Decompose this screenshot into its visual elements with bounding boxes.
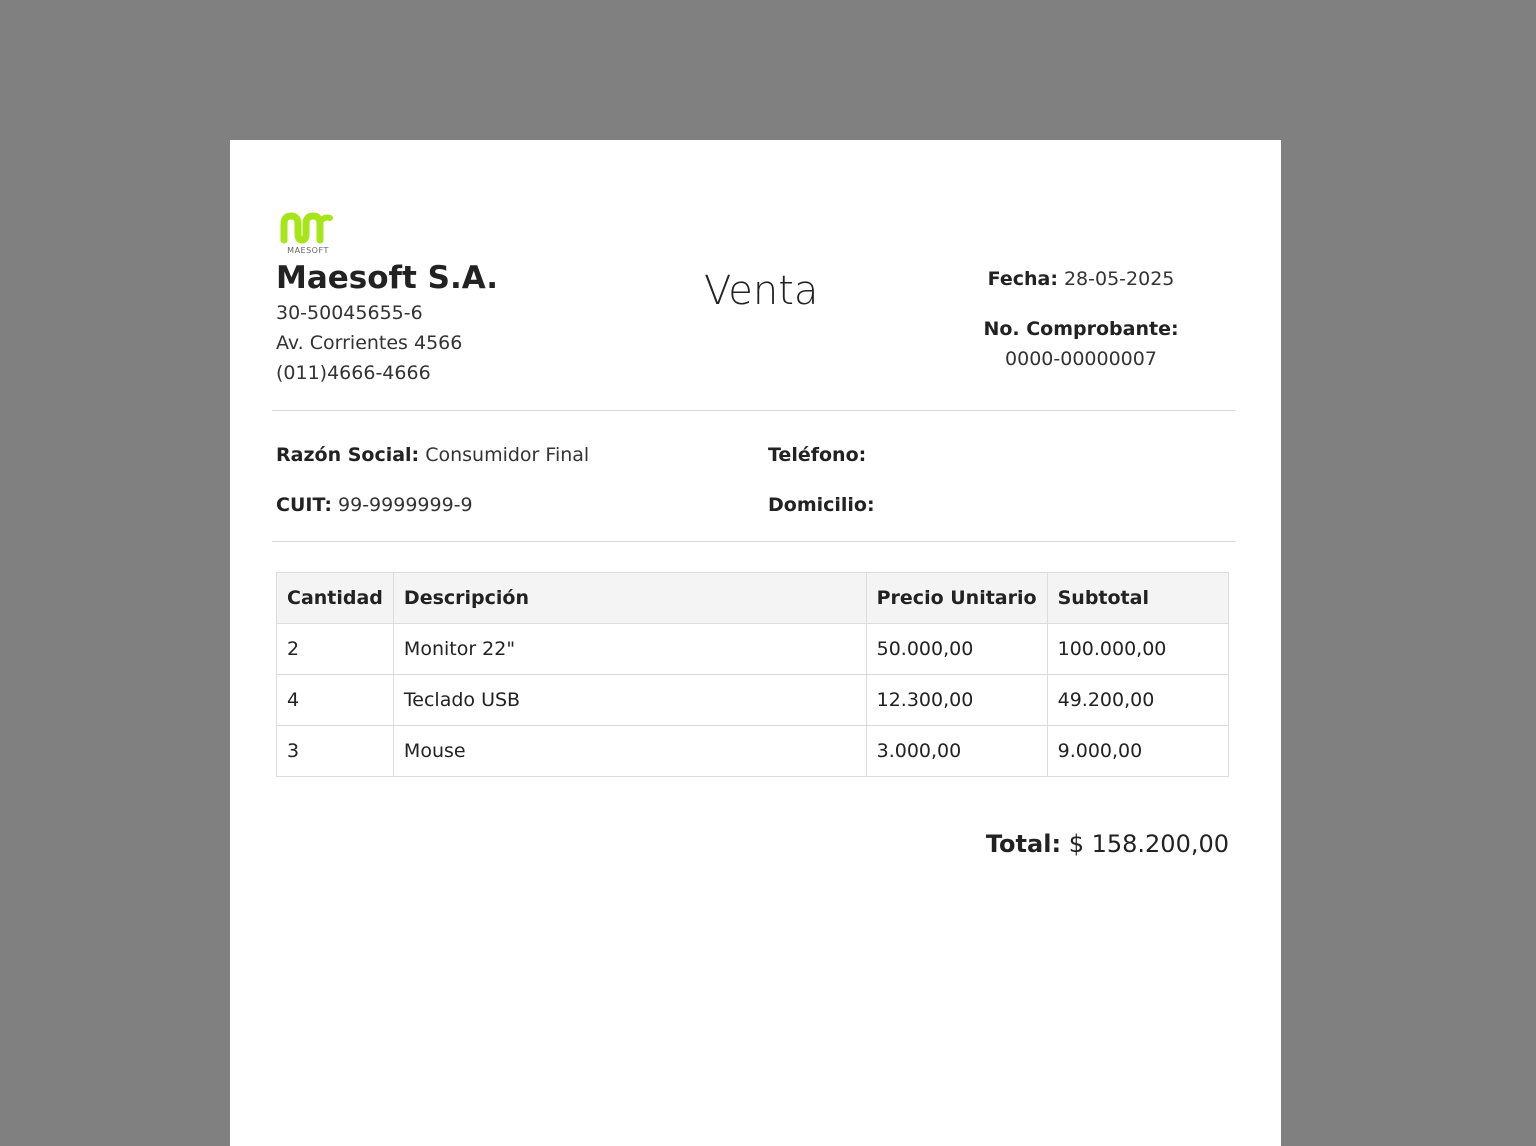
total-label: Total: [985, 830, 1062, 858]
client-divider [272, 541, 1236, 542]
company-name: Maesoft S.A. [276, 260, 499, 296]
invoice-total: Total: $ 158.200,00 [986, 830, 1229, 858]
items-table-header-row: Cantidad Descripción Precio Unitario Sub… [276, 572, 1230, 624]
voucher-number-value: 0000-00000007 [1005, 348, 1157, 370]
client-cuit-label: CUIT: [276, 494, 332, 516]
company-address: Av. Corrientes 4566 [276, 332, 463, 354]
business-name-value: Consumidor Final [425, 444, 590, 466]
items-table: Cantidad Descripción Precio Unitario Sub… [276, 572, 1230, 777]
row-description: Monitor 22" [392, 623, 867, 675]
row-subtotal: 9.000,00 [1046, 725, 1230, 777]
header-unit-price: Precio Unitario [865, 572, 1048, 624]
logo-wordmark: MAESOFT [287, 246, 329, 255]
voucher-number-label: No. Comprobante: [983, 318, 1179, 340]
client-address-field: Domicilio: [768, 494, 875, 516]
table-row: 3 Mouse 3.000,00 9.000,00 [276, 725, 1230, 777]
document-meta: Fecha: 28-05-2025 No. Comprobante: 0000-… [976, 264, 1186, 374]
row-unit-price: 3.000,00 [865, 725, 1048, 777]
header-quantity: Cantidad [276, 572, 394, 624]
company-logo: MAESOFT [280, 212, 334, 258]
client-phone-label: Teléfono: [768, 444, 867, 466]
invoice-page: MAESOFT Maesoft S.A. 30-50045655-6 Av. C… [230, 140, 1281, 1146]
document-title: Venta [704, 268, 819, 314]
row-quantity: 2 [276, 623, 394, 675]
header-description: Descripción [392, 572, 867, 624]
company-cuit: 30-50045655-6 [276, 302, 423, 324]
table-row: 2 Monitor 22" 50.000,00 100.000,00 [276, 623, 1230, 675]
table-row: 4 Teclado USB 12.300,00 49.200,00 [276, 674, 1230, 726]
client-cuit-value: 99-9999999-9 [338, 494, 473, 516]
header-subtotal: Subtotal [1046, 572, 1230, 624]
invoice-header: MAESOFT Maesoft S.A. 30-50045655-6 Av. C… [276, 212, 1236, 412]
row-subtotal: 100.000,00 [1046, 623, 1230, 675]
client-address-label: Domicilio: [768, 494, 875, 516]
header-divider [272, 410, 1236, 411]
client-phone-field: Teléfono: [768, 444, 866, 466]
maesoft-logo-icon [280, 212, 333, 244]
date-row: Fecha: 28-05-2025 [976, 264, 1186, 294]
row-quantity: 4 [276, 674, 394, 726]
row-quantity: 3 [276, 725, 394, 777]
row-description: Teclado USB [392, 674, 867, 726]
row-unit-price: 50.000,00 [865, 623, 1048, 675]
business-name-label: Razón Social: [276, 444, 420, 466]
date-value: 28-05-2025 [1063, 268, 1175, 290]
company-phone: (011)4666-4666 [276, 362, 431, 384]
total-value: $ 158.200,00 [1068, 830, 1229, 858]
row-subtotal: 49.200,00 [1046, 674, 1230, 726]
row-unit-price: 12.300,00 [865, 674, 1048, 726]
client-cuit-field: CUIT: 99-9999999-9 [276, 494, 473, 516]
date-label: Fecha: [987, 268, 1058, 290]
row-description: Mouse [392, 725, 867, 777]
voucher-number-label-row: No. Comprobante: [976, 314, 1186, 344]
business-name-field: Razón Social: Consumidor Final [276, 444, 589, 466]
